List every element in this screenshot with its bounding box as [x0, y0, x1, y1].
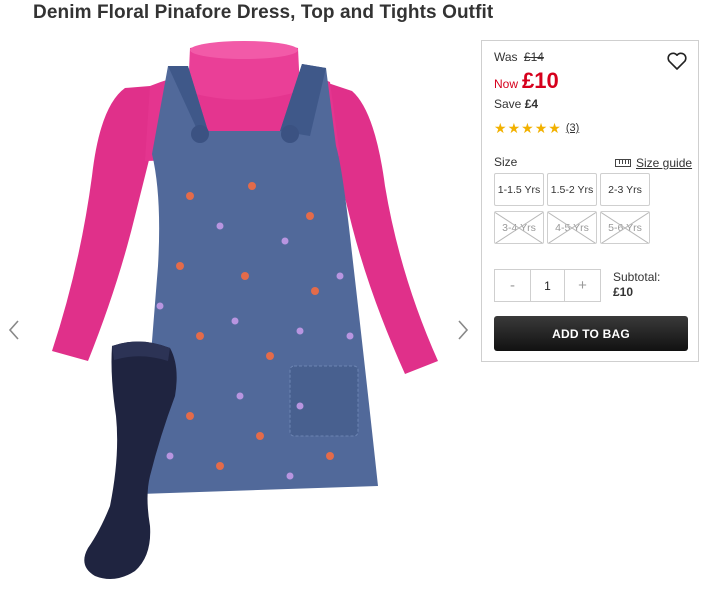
- rating: ★ ★ ★ ★ ★ (3): [494, 121, 579, 135]
- star-icon: ★: [494, 120, 507, 136]
- star-icon: ★: [548, 120, 561, 136]
- size-label: Size: [494, 155, 518, 169]
- product-image: [52, 41, 438, 580]
- save-amount: Save £4: [494, 97, 538, 111]
- star-icon: ★: [534, 120, 548, 136]
- size-option-2-3[interactable]: 2-3 Yrs: [600, 173, 650, 206]
- was-price: Was £14: [494, 50, 544, 64]
- size-option-4-5[interactable]: 4-5 Yrs: [547, 211, 597, 244]
- top-left-sleeve: [52, 86, 150, 361]
- size-option-1-1.5[interactable]: 1-1.5 Yrs: [494, 173, 544, 206]
- review-count-link[interactable]: (3): [566, 122, 579, 134]
- add-to-bag-button[interactable]: ADD TO BAG: [494, 316, 688, 351]
- star-icon: ★: [507, 120, 521, 136]
- size-guide-label: Size guide: [636, 156, 693, 170]
- subtotal: Subtotal: £10: [613, 270, 660, 300]
- save-label: Save: [494, 97, 522, 111]
- purchase-panel: Was £14 Now £10 Save £4 ★ ★ ★ ★ ★ (3) Si…: [481, 40, 699, 362]
- was-label: Was: [494, 50, 518, 64]
- heart-icon: [667, 52, 687, 70]
- quantity-decrease-button[interactable]: -: [495, 270, 530, 301]
- wishlist-button[interactable]: [666, 51, 688, 71]
- size-option-3-4[interactable]: 3-4 Yrs: [494, 211, 544, 244]
- now-price-value: £10: [522, 68, 559, 93]
- star-icon: ★: [521, 120, 534, 136]
- save-value: £4: [524, 97, 539, 111]
- gallery-next-button[interactable]: [455, 318, 471, 342]
- ruler-icon: [615, 159, 631, 167]
- quantity-input[interactable]: [530, 270, 565, 301]
- chevron-left-icon: [8, 320, 19, 340]
- gallery-prev-button[interactable]: [6, 318, 22, 342]
- chevron-right-icon: [458, 320, 469, 340]
- dress-pocket: [289, 365, 359, 437]
- size-option-1.5-2[interactable]: 1.5-2 Yrs: [547, 173, 597, 206]
- product-gallery: [0, 36, 480, 589]
- size-option-5-6[interactable]: 5-6 Yrs: [600, 211, 650, 244]
- size-guide-link[interactable]: Size guide: [615, 156, 692, 170]
- was-price-value: £14: [523, 50, 544, 64]
- product-title: Denim Floral Pinafore Dress, Top and Tig…: [33, 2, 494, 23]
- now-label: Now: [494, 77, 519, 91]
- now-price: Now £10: [494, 68, 559, 94]
- quantity-stepper: - +: [494, 269, 601, 302]
- subtotal-label: Subtotal:: [613, 270, 661, 284]
- quantity-increase-button[interactable]: +: [565, 270, 600, 301]
- subtotal-value: £10: [613, 285, 634, 299]
